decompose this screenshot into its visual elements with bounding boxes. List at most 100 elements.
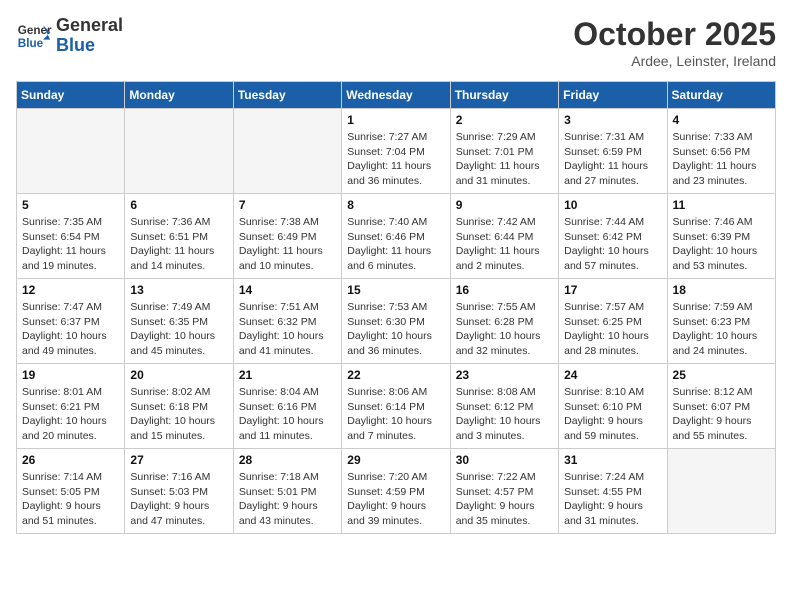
day-number: 29 bbox=[347, 453, 444, 467]
calendar: SundayMondayTuesdayWednesdayThursdayFrid… bbox=[16, 81, 776, 534]
day-number: 24 bbox=[564, 368, 661, 382]
column-header-sunday: Sunday bbox=[17, 82, 125, 109]
day-cell-4: 4 Sunrise: 7:33 AM Sunset: 6:56 PM Daylig… bbox=[667, 109, 775, 194]
column-header-saturday: Saturday bbox=[667, 82, 775, 109]
day-number: 30 bbox=[456, 453, 553, 467]
day-cell-19: 19Sunrise: 8:01 AM Sunset: 6:21 PM Dayli… bbox=[17, 364, 125, 449]
day-cell-21: 21 Sunrise: 8:04 AM Sunset: 6:16 PM Dayli… bbox=[233, 364, 341, 449]
day-info: Sunrise: 7:22 AM Sunset: 4:57 PM Dayligh… bbox=[456, 470, 553, 529]
day-info: Sunrise: 7:20 AM Sunset: 4:59 PM Dayligh… bbox=[347, 470, 444, 529]
day-info: Sunrise: 7:44 AM Sunset: 6:42 PM Dayligh… bbox=[564, 215, 661, 274]
svg-text:Blue: Blue bbox=[18, 37, 44, 50]
day-info: Sunrise: 7:31 AM Sunset: 6:59 PM Dayligh… bbox=[564, 130, 661, 189]
day-number: 18 bbox=[673, 283, 770, 297]
day-number: 2 bbox=[456, 113, 553, 127]
day-info: Sunrise: 8:08 AM Sunset: 6:12 PM Dayligh… bbox=[456, 385, 553, 444]
day-info: Sunrise: 7:16 AM Sunset: 5:03 PM Dayligh… bbox=[130, 470, 227, 529]
day-info: Sunrise: 7:57 AM Sunset: 6:25 PM Dayligh… bbox=[564, 300, 661, 359]
day-info: Sunrise: 7:14 AM Sunset: 5:05 PM Dayligh… bbox=[22, 470, 119, 529]
day-number: 28 bbox=[239, 453, 336, 467]
day-info: Sunrise: 7:47 AM Sunset: 6:37 PM Dayligh… bbox=[22, 300, 119, 359]
day-cell-8: 8Sunrise: 7:40 AM Sunset: 6:46 PM Daylig… bbox=[342, 194, 450, 279]
day-number: 21 bbox=[239, 368, 336, 382]
day-info: Sunrise: 7:51 AM Sunset: 6:32 PM Dayligh… bbox=[239, 300, 336, 359]
week-row-3: 12 Sunrise: 7:47 AM Sunset: 6:37 PM Dayli… bbox=[17, 279, 776, 364]
page-header: General Blue General Blue October 2025 A… bbox=[16, 16, 776, 69]
column-header-wednesday: Wednesday bbox=[342, 82, 450, 109]
day-cell-13: 13Sunrise: 7:49 AM Sunset: 6:35 PM Dayli… bbox=[125, 279, 233, 364]
day-number: 3 bbox=[564, 113, 661, 127]
month-title: October 2025 bbox=[573, 16, 776, 53]
column-header-tuesday: Tuesday bbox=[233, 82, 341, 109]
day-cell-30: 30 Sunrise: 7:22 AM Sunset: 4:57 PM Dayli… bbox=[450, 449, 558, 534]
day-cell-10: 10 Sunrise: 7:44 AM Sunset: 6:42 PM Dayli… bbox=[559, 194, 667, 279]
day-number: 9 bbox=[456, 198, 553, 212]
logo-icon: General Blue bbox=[16, 18, 52, 54]
day-number: 23 bbox=[456, 368, 553, 382]
day-cell-16: 16 Sunrise: 7:55 AM Sunset: 6:28 PM Dayli… bbox=[450, 279, 558, 364]
day-info: Sunrise: 7:38 AM Sunset: 6:49 PM Dayligh… bbox=[239, 215, 336, 274]
day-number: 7 bbox=[239, 198, 336, 212]
day-info: Sunrise: 8:06 AM Sunset: 6:14 PM Dayligh… bbox=[347, 385, 444, 444]
logo: General Blue General Blue bbox=[16, 16, 123, 56]
day-cell-6: 6Sunrise: 7:36 AM Sunset: 6:51 PM Daylig… bbox=[125, 194, 233, 279]
week-row-5: 26 Sunrise: 7:14 AM Sunset: 5:05 PM Dayli… bbox=[17, 449, 776, 534]
day-cell-23: 23 Sunrise: 8:08 AM Sunset: 6:12 PM Dayli… bbox=[450, 364, 558, 449]
day-info: Sunrise: 7:27 AM Sunset: 7:04 PM Dayligh… bbox=[347, 130, 444, 189]
day-cell-9: 9 Sunrise: 7:42 AM Sunset: 6:44 PM Daylig… bbox=[450, 194, 558, 279]
column-header-thursday: Thursday bbox=[450, 82, 558, 109]
day-info: Sunrise: 8:04 AM Sunset: 6:16 PM Dayligh… bbox=[239, 385, 336, 444]
day-cell-31: 31 Sunrise: 7:24 AM Sunset: 4:55 PM Dayli… bbox=[559, 449, 667, 534]
day-cell-3: 3 Sunrise: 7:31 AM Sunset: 6:59 PM Daylig… bbox=[559, 109, 667, 194]
day-cell-12: 12 Sunrise: 7:47 AM Sunset: 6:37 PM Dayli… bbox=[17, 279, 125, 364]
day-number: 11 bbox=[673, 198, 770, 212]
day-info: Sunrise: 7:40 AM Sunset: 6:46 PM Dayligh… bbox=[347, 215, 444, 274]
day-info: Sunrise: 7:53 AM Sunset: 6:30 PM Dayligh… bbox=[347, 300, 444, 359]
day-number: 1 bbox=[347, 113, 444, 127]
day-number: 17 bbox=[564, 283, 661, 297]
day-info: Sunrise: 7:49 AM Sunset: 6:35 PM Dayligh… bbox=[130, 300, 227, 359]
day-cell-20: 20 Sunrise: 8:02 AM Sunset: 6:18 PM Dayli… bbox=[125, 364, 233, 449]
day-cell-18: 18Sunrise: 7:59 AM Sunset: 6:23 PM Dayli… bbox=[667, 279, 775, 364]
day-info: Sunrise: 7:42 AM Sunset: 6:44 PM Dayligh… bbox=[456, 215, 553, 274]
title-block: October 2025 Ardee, Leinster, Ireland bbox=[573, 16, 776, 69]
day-number: 31 bbox=[564, 453, 661, 467]
day-info: Sunrise: 7:55 AM Sunset: 6:28 PM Dayligh… bbox=[456, 300, 553, 359]
day-number: 10 bbox=[564, 198, 661, 212]
day-number: 26 bbox=[22, 453, 119, 467]
logo-text: General Blue bbox=[56, 16, 123, 56]
empty-cell bbox=[233, 109, 341, 194]
week-row-2: 5Sunrise: 7:35 AM Sunset: 6:54 PM Daylig… bbox=[17, 194, 776, 279]
day-cell-15: 15Sunrise: 7:53 AM Sunset: 6:30 PM Dayli… bbox=[342, 279, 450, 364]
day-info: Sunrise: 7:46 AM Sunset: 6:39 PM Dayligh… bbox=[673, 215, 770, 274]
day-info: Sunrise: 7:33 AM Sunset: 6:56 PM Dayligh… bbox=[673, 130, 770, 189]
empty-cell bbox=[17, 109, 125, 194]
day-cell-7: 7 Sunrise: 7:38 AM Sunset: 6:49 PM Daylig… bbox=[233, 194, 341, 279]
day-number: 4 bbox=[673, 113, 770, 127]
day-cell-24: 24Sunrise: 8:10 AM Sunset: 6:10 PM Dayli… bbox=[559, 364, 667, 449]
day-info: Sunrise: 8:12 AM Sunset: 6:07 PM Dayligh… bbox=[673, 385, 770, 444]
day-cell-27: 27 Sunrise: 7:16 AM Sunset: 5:03 PM Dayli… bbox=[125, 449, 233, 534]
day-cell-28: 28 Sunrise: 7:18 AM Sunset: 5:01 PM Dayli… bbox=[233, 449, 341, 534]
empty-cell bbox=[667, 449, 775, 534]
day-number: 20 bbox=[130, 368, 227, 382]
day-info: Sunrise: 7:24 AM Sunset: 4:55 PM Dayligh… bbox=[564, 470, 661, 529]
day-cell-29: 29 Sunrise: 7:20 AM Sunset: 4:59 PM Dayli… bbox=[342, 449, 450, 534]
subtitle: Ardee, Leinster, Ireland bbox=[573, 53, 776, 69]
column-header-monday: Monday bbox=[125, 82, 233, 109]
day-cell-17: 17 Sunrise: 7:57 AM Sunset: 6:25 PM Dayli… bbox=[559, 279, 667, 364]
day-info: Sunrise: 7:36 AM Sunset: 6:51 PM Dayligh… bbox=[130, 215, 227, 274]
week-row-1: 1 Sunrise: 7:27 AM Sunset: 7:04 PM Daylig… bbox=[17, 109, 776, 194]
day-number: 27 bbox=[130, 453, 227, 467]
day-info: Sunrise: 8:02 AM Sunset: 6:18 PM Dayligh… bbox=[130, 385, 227, 444]
day-info: Sunrise: 7:18 AM Sunset: 5:01 PM Dayligh… bbox=[239, 470, 336, 529]
day-number: 12 bbox=[22, 283, 119, 297]
day-cell-26: 26 Sunrise: 7:14 AM Sunset: 5:05 PM Dayli… bbox=[17, 449, 125, 534]
day-info: Sunrise: 7:35 AM Sunset: 6:54 PM Dayligh… bbox=[22, 215, 119, 274]
day-cell-14: 14Sunrise: 7:51 AM Sunset: 6:32 PM Dayli… bbox=[233, 279, 341, 364]
day-number: 16 bbox=[456, 283, 553, 297]
week-row-4: 19Sunrise: 8:01 AM Sunset: 6:21 PM Dayli… bbox=[17, 364, 776, 449]
column-header-friday: Friday bbox=[559, 82, 667, 109]
day-number: 22 bbox=[347, 368, 444, 382]
day-cell-1: 1 Sunrise: 7:27 AM Sunset: 7:04 PM Daylig… bbox=[342, 109, 450, 194]
